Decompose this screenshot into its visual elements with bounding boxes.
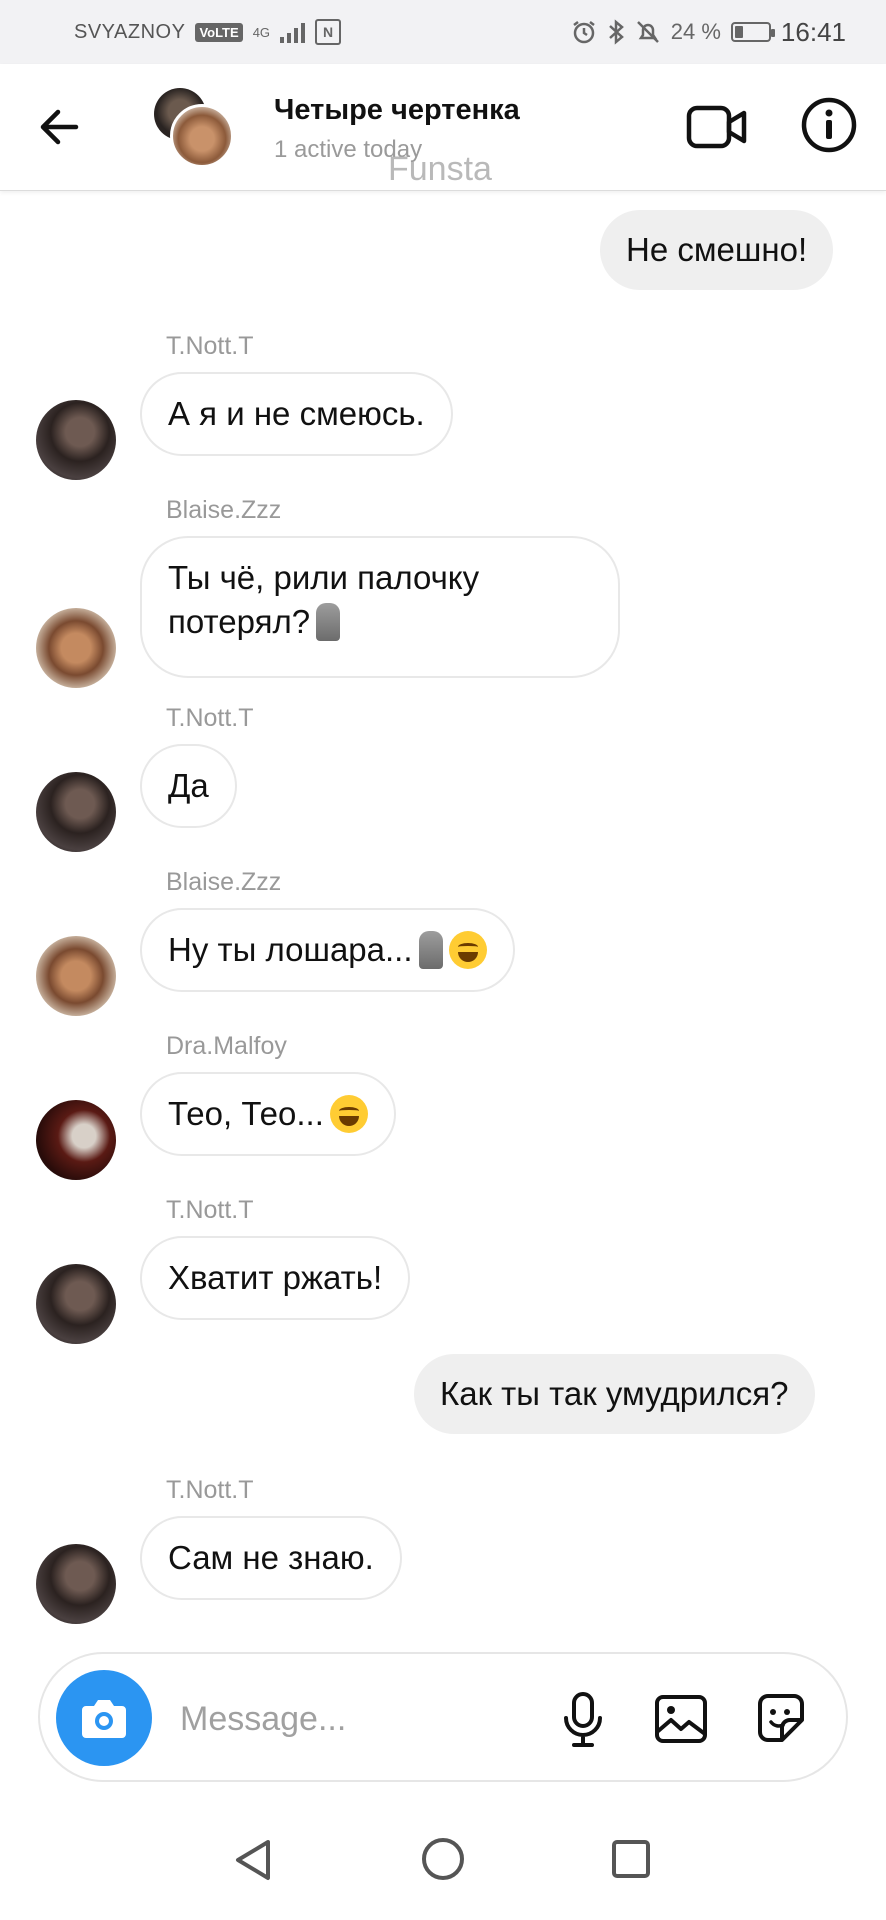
- sender-name: Blaise.Zzz: [166, 868, 282, 896]
- avatar[interactable]: [36, 772, 116, 852]
- battery-percent: 24 %: [670, 19, 721, 44]
- camera-button[interactable]: [56, 1670, 152, 1766]
- moai-emoji-icon: [418, 931, 443, 969]
- status-right: 24 % 16:41: [571, 17, 846, 48]
- message-line: Ты чё, рили палочку: [168, 559, 480, 596]
- avatar[interactable]: [36, 608, 116, 688]
- message-line-with-emoji: потерял?: [168, 600, 592, 644]
- microphone-icon[interactable]: [552, 1688, 614, 1750]
- message-bubble-incoming[interactable]: Ты чё, рили палочку потерял?: [140, 536, 620, 678]
- avatar[interactable]: [36, 1264, 116, 1344]
- message-bubble-incoming[interactable]: А я и не смеюсь.: [140, 372, 453, 456]
- sender-name: T.Nott.T: [166, 332, 254, 360]
- video-call-icon[interactable]: [686, 100, 748, 154]
- chat-title[interactable]: Четыре чертенка: [274, 94, 520, 127]
- status-bar: SVYAZNOY VoLTE 4G N 24 % 16:41: [0, 0, 886, 64]
- message-bubble-incoming[interactable]: Сам не знаю.: [140, 1516, 402, 1600]
- message-composer: [38, 1652, 848, 1782]
- camera-icon: [82, 1700, 126, 1738]
- gallery-icon[interactable]: [652, 1690, 710, 1748]
- network-type: 4G: [252, 24, 271, 40]
- carrier-name: SVYAZNOY: [74, 20, 186, 43]
- back-arrow-icon[interactable]: [36, 104, 82, 150]
- info-icon[interactable]: [800, 96, 858, 154]
- sender-name: Dra.Malfoy: [166, 1032, 287, 1060]
- clock: 16:41: [780, 16, 846, 47]
- avatar[interactable]: [36, 400, 116, 480]
- message-bubble-outgoing[interactable]: Не смешно!: [600, 210, 834, 290]
- chat-header: Четыре чертенка 1 active today Funsta: [0, 64, 886, 191]
- message-bubble-incoming[interactable]: Хватит ржать!: [140, 1236, 411, 1320]
- avatar[interactable]: [36, 936, 116, 1016]
- laughing-emoji-icon: [329, 1095, 368, 1133]
- message-bubble-outgoing[interactable]: Как ты так умудрился?: [414, 1354, 815, 1434]
- volte-badge: VoLTE: [195, 22, 243, 42]
- laughing-emoji-icon: [448, 931, 487, 969]
- sender-name: T.Nott.T: [166, 1196, 254, 1224]
- signal-icon: [280, 21, 306, 43]
- nav-back-icon[interactable]: [230, 1836, 278, 1884]
- alarm-icon: [573, 21, 595, 44]
- group-avatar[interactable]: [154, 88, 234, 168]
- message-bubble-incoming[interactable]: Тео, Тео...: [140, 1072, 396, 1156]
- sticker-icon[interactable]: [752, 1690, 810, 1748]
- battery-icon: [730, 22, 775, 42]
- message-text: Тео, Тео...: [168, 1095, 324, 1132]
- message-bubble-incoming[interactable]: Ну ты лошара...: [140, 908, 515, 992]
- nav-recents-icon[interactable]: [610, 1838, 652, 1880]
- sender-name: T.Nott.T: [166, 1476, 254, 1504]
- nfc-icon: N: [315, 19, 342, 45]
- avatar[interactable]: [36, 1100, 116, 1180]
- nav-home-icon[interactable]: [420, 1836, 466, 1882]
- message-line: потерял?: [168, 603, 311, 640]
- message-list[interactable]: Не смешно! T.Nott.T А я и не смеюсь. Bla…: [0, 190, 886, 1635]
- sender-name: T.Nott.T: [166, 704, 254, 732]
- avatar[interactable]: [36, 1544, 116, 1624]
- message-input[interactable]: [178, 1690, 562, 1748]
- muted-bell-icon: [636, 21, 659, 43]
- watermark: Funsta: [388, 150, 492, 188]
- sender-name: Blaise.Zzz: [166, 496, 282, 524]
- group-avatar-front: [170, 104, 234, 168]
- battery-fill: [734, 26, 743, 38]
- message-text: Ну ты лошара...: [168, 931, 413, 968]
- message-bubble-incoming[interactable]: Да: [140, 744, 237, 828]
- bluetooth-icon: [608, 19, 624, 45]
- status-left: SVYAZNOY VoLTE 4G N: [74, 19, 342, 45]
- moai-emoji-icon: [316, 603, 341, 641]
- system-nav-bar: [0, 1800, 886, 1920]
